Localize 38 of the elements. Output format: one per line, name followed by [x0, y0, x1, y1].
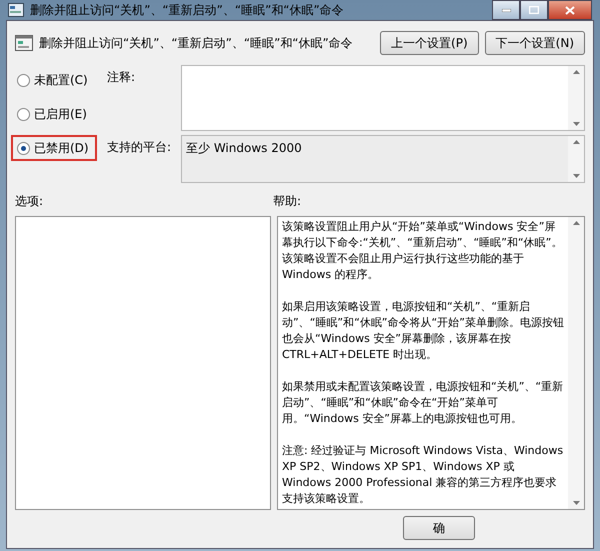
window-title: 删除并阻止访问“关机”、“重新启动”、“睡眠”和“休眠”命令: [30, 2, 345, 18]
scroll-down-icon[interactable]: [572, 174, 580, 178]
dialog-button[interactable]: 确: [403, 516, 475, 540]
help-paragraph: 如果启用该策略设置，电源按钮和“关机”、“重新启动”、“睡眠”和“休眠”命令将从“开始”菜单删除。电源按钮也会从“Windows 安全”屏幕删除，该屏幕在按 CTRL+ALT+DELETE 时出现。: [282, 299, 564, 363]
close-button[interactable]: [548, 0, 592, 20]
scroll-down-icon[interactable]: [572, 501, 580, 505]
highlight-frame[interactable]: 已禁用(D): [11, 135, 97, 161]
scroll-down-icon[interactable]: [572, 122, 580, 126]
minimize-button[interactable]: [492, 0, 520, 20]
scroll-up-icon[interactable]: [572, 70, 580, 74]
radio-button[interactable]: [17, 142, 30, 154]
radio-label: 未配置(C): [34, 72, 88, 88]
policy-name: 删除并阻止访问“关机”、“重新启动”、“睡眠”和“休眠”命令: [39, 34, 354, 52]
comment-field[interactable]: [181, 65, 585, 131]
radio-label: 已禁用(D): [34, 140, 89, 156]
scroll-up-icon[interactable]: [572, 140, 580, 144]
maximize-button[interactable]: [520, 0, 548, 20]
scroll-up-icon[interactable]: [572, 221, 580, 225]
help-paragraph: 如果禁用或未配置该策略设置，电源按钮和“关机”、“重新启动”、“睡眠”和“休眠”命令在“开始”菜单可用。“Windows 安全”屏幕上的电源按钮也可用。: [282, 379, 564, 427]
radio-option[interactable]: 未配置(C): [11, 67, 97, 93]
platform-value: 至少 Windows 2000: [185, 140, 303, 157]
nav-button[interactable]: 上一个设置(P): [380, 31, 479, 55]
maximize-icon: [529, 6, 539, 14]
help-paragraph: 该策略设置阻止用户从“开始”菜单或“Windows 安全”屏幕执行以下命令:“关机”、“重新启动”、“睡眠”和“休眠”。该策略设置不会阻止用户运行执行这些功能的基于 Windows 的程序。: [282, 219, 564, 283]
policy-icon: [8, 3, 24, 17]
comment-label: 注释:: [107, 69, 136, 86]
nav-button[interactable]: 下一个设置(N): [484, 31, 585, 55]
options-label: 选项:: [15, 193, 44, 210]
policy-icon: [15, 35, 33, 51]
help-paragraph: 注意: 经过验证与 Microsoft Windows Vista、Windows XP SP2、Windows XP SP1、Windows XP 或 Windows 2000 Professional 兼容的第三方程序也要求支持该策略设置。: [282, 443, 564, 507]
radio-label: 已启用(E): [34, 106, 87, 122]
radio-button[interactable]: [17, 74, 30, 86]
minimize-icon: [502, 8, 510, 12]
help-label: 帮助:: [273, 193, 302, 210]
platform-label: 支持的平台:: [107, 139, 172, 156]
close-icon: [565, 6, 575, 14]
radio-option[interactable]: 已启用(E): [11, 101, 97, 127]
radio-button[interactable]: [17, 108, 30, 120]
